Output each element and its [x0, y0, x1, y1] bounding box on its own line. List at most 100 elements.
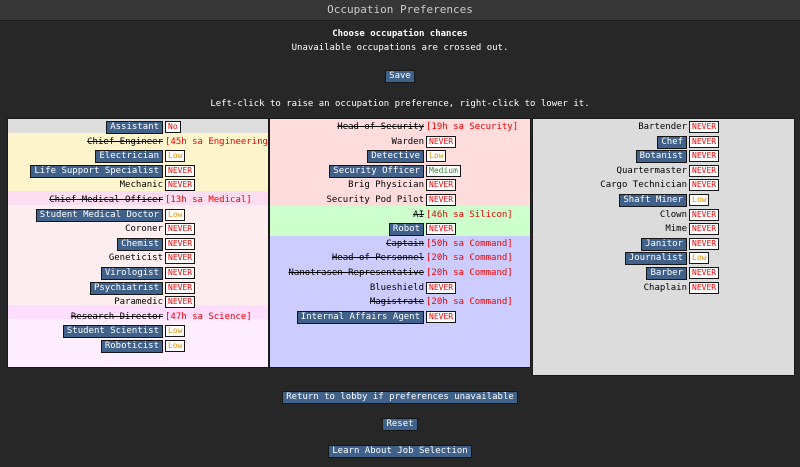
job-row-coroner: Coroner NEVER — [8, 222, 268, 236]
preference-button-student-scientist[interactable]: Low — [165, 325, 186, 338]
pref-cell: [50h sa Command] — [426, 237, 513, 251]
pref-cell: NEVER — [689, 266, 720, 280]
preference-button-blueshield[interactable]: NEVER — [426, 281, 457, 294]
column-1: Assistant No Chief Engineer [45h sa Enginee… — [7, 118, 273, 368]
job-row-assistant: Assistant No — [8, 120, 268, 134]
pref-cell: NEVER — [165, 222, 196, 236]
return-to-lobby-button[interactable]: Return to lobby if preferences unavailab… — [282, 391, 518, 404]
pref-cell: NEVER — [426, 135, 457, 149]
job-row-detective: Detective Low — [270, 149, 530, 164]
job-button-psychiatrist[interactable]: Psychiatrist — [89, 281, 163, 295]
job-button-electrician[interactable]: Electrician — [95, 150, 163, 164]
learn-about-job-selection-button[interactable]: Learn About Job Selection — [328, 445, 472, 458]
preference-button-clown[interactable]: NEVER — [689, 208, 720, 221]
preference-button-chaplain[interactable]: NEVER — [689, 281, 720, 294]
preference-button-shaft-miner[interactable]: Low — [689, 194, 710, 206]
job-button-security-officer[interactable]: Security Officer — [329, 164, 424, 178]
job-cell: Chef — [533, 135, 687, 149]
preference-button-mime[interactable]: NEVER — [689, 223, 720, 236]
unavailable-reason: [46h sa Silicon] — [426, 209, 513, 220]
preference-button-security-officer[interactable]: Medium — [426, 164, 461, 177]
preference-button-robot[interactable]: NEVER — [426, 223, 457, 236]
pref-cell: NEVER — [689, 135, 720, 149]
job-button-assistant[interactable]: Assistant — [106, 121, 163, 134]
job-row-cargo-technician: Cargo Technician NEVER — [533, 178, 794, 192]
job-button-virologist[interactable]: Virologist — [100, 267, 163, 280]
job-label-captain: Captain — [386, 238, 424, 249]
page-heading: Choose occupation chances — [332, 29, 468, 39]
job-cell: Life Support Specialist — [8, 164, 163, 178]
job-cell: Botanist — [533, 149, 687, 164]
job-button-robot[interactable]: Robot — [388, 223, 424, 237]
preference-button-psychiatrist[interactable]: NEVER — [165, 281, 196, 294]
preference-button-virologist[interactable]: NEVER — [165, 267, 196, 279]
job-button-janitor[interactable]: Janitor — [641, 237, 687, 251]
preference-button-coroner[interactable]: NEVER — [165, 223, 196, 236]
save-button[interactable]: Save — [385, 70, 415, 83]
job-button-barber[interactable]: Barber — [646, 267, 687, 280]
preference-button-warden[interactable]: NEVER — [426, 135, 457, 148]
job-row-ai: AI [46h sa Silicon] — [270, 208, 530, 222]
job-button-chef[interactable]: Chef — [657, 135, 687, 149]
preference-button-roboticist[interactable]: Low — [165, 340, 186, 352]
preference-button-cargo-technician[interactable]: NEVER — [689, 179, 720, 192]
preference-button-barber[interactable]: NEVER — [689, 267, 720, 279]
job-button-life-support-specialist[interactable]: Life Support Specialist — [30, 164, 163, 178]
preference-button-life-support-specialist[interactable]: NEVER — [165, 164, 196, 177]
job-row-life-support-specialist: Life Support Specialist NEVER — [8, 164, 268, 178]
job-row-chemist: Chemist NEVER — [8, 237, 268, 251]
job-cell: Security Officer — [270, 164, 424, 178]
job-row-student-scientist: Student Scientist Low — [8, 324, 268, 339]
preference-button-assistant[interactable]: No — [165, 121, 181, 133]
preference-button-security-pod-pilot[interactable]: NEVER — [426, 194, 457, 206]
unavailable-reason: [20h sa Command] — [426, 253, 513, 264]
preference-button-internal-affairs-agent[interactable]: NEVER — [426, 310, 457, 323]
preference-button-bartender[interactable]: NEVER — [689, 121, 720, 133]
preference-button-journalist[interactable]: Low — [689, 252, 710, 265]
reset-button[interactable]: Reset — [382, 418, 418, 431]
job-button-chemist[interactable]: Chemist — [117, 237, 163, 251]
preference-button-paramedic[interactable]: NEVER — [165, 296, 196, 309]
preference-button-geneticist[interactable]: NEVER — [165, 252, 196, 265]
job-label-head-of-personnel: Head of Personnel — [331, 253, 424, 264]
job-button-botanist[interactable]: Botanist — [635, 150, 687, 164]
pref-cell: NEVER — [689, 149, 720, 163]
return-row: Return to lobby if preferences unavailab… — [0, 391, 800, 404]
preference-button-quartermaster[interactable]: NEVER — [689, 164, 720, 177]
job-cell: Paramedic — [8, 295, 163, 309]
preference-button-chemist[interactable]: NEVER — [165, 237, 196, 250]
job-button-internal-affairs-agent[interactable]: Internal Affairs Agent — [296, 310, 424, 324]
job-button-student-medical-doctor[interactable]: Student Medical Doctor — [35, 208, 163, 222]
job-cell: Assistant — [8, 120, 163, 134]
job-cell: Roboticist — [8, 339, 163, 353]
column-3: Bartender NEVER Chef NEVER Botanist NEVER Quar… — [532, 118, 795, 376]
pref-cell: Low — [426, 149, 447, 163]
job-row-chief-medical-officer: Chief Medical Officer [13h sa Medical] — [8, 193, 268, 207]
job-cell: Student Scientist — [8, 324, 163, 339]
job-button-roboticist[interactable]: Roboticist — [100, 340, 163, 353]
preference-button-brig-physician[interactable]: NEVER — [426, 179, 457, 192]
preference-button-chef[interactable]: NEVER — [689, 135, 720, 148]
job-row-internal-affairs-agent: Internal Affairs Agent NEVER — [270, 310, 530, 324]
pref-cell: NEVER — [426, 281, 457, 295]
job-cell: Robot — [270, 222, 424, 237]
job-button-shaft-miner[interactable]: Shaft Miner — [619, 194, 687, 207]
job-button-journalist[interactable]: Journalist — [624, 252, 687, 266]
preference-button-mechanic[interactable]: NEVER — [165, 179, 196, 192]
job-row-paramedic: Paramedic NEVER — [8, 295, 268, 309]
pref-cell: NEVER — [165, 266, 196, 280]
job-row-quartermaster: Quartermaster NEVER — [533, 164, 794, 178]
preference-button-student-medical-doctor[interactable]: Low — [165, 208, 186, 221]
preference-button-botanist[interactable]: NEVER — [689, 150, 720, 163]
pref-cell: NEVER — [689, 281, 720, 295]
job-cell: Brig Physician — [270, 178, 424, 192]
job-button-detective[interactable]: Detective — [367, 150, 424, 164]
job-cell: AI — [270, 208, 424, 222]
job-button-student-scientist[interactable]: Student Scientist — [62, 325, 163, 339]
job-row-nanotrasen-representative: Nanotrasen Representative [20h sa Command… — [270, 266, 530, 280]
pref-cell: [13h sa Medical] — [165, 193, 252, 207]
preference-button-electrician[interactable]: Low — [165, 150, 186, 163]
preference-button-detective[interactable]: Low — [426, 150, 447, 163]
job-label-magistrate: Magistrate — [369, 297, 424, 308]
preference-button-janitor[interactable]: NEVER — [689, 237, 720, 250]
